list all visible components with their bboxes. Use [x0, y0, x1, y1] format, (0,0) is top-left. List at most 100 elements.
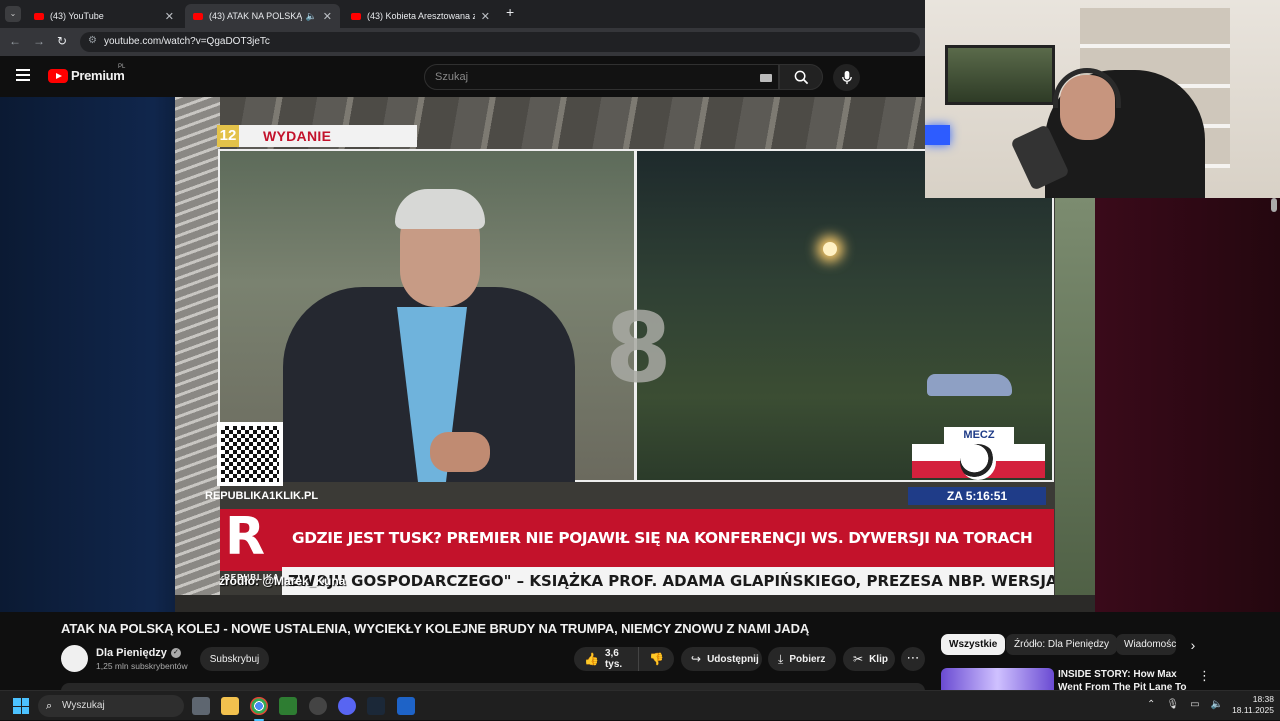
close-tab-icon[interactable]: ✕ [323, 10, 332, 23]
taskbar-clock[interactable]: 18:38 18.11.2025 [1222, 694, 1274, 716]
obs-icon[interactable] [309, 697, 327, 715]
special-edition-badge: WYDANIE SPECJALNE [239, 125, 417, 166]
recommended-thumbnail[interactable] [941, 668, 1054, 690]
qr-code [217, 422, 283, 486]
tab-title: (43) ATAK NA POLSKĄ KOLEJ [209, 11, 302, 21]
clock-time: 18:38 [1252, 694, 1274, 704]
rgb-light [925, 125, 950, 145]
chip-source-channel[interactable]: Źródło: Dla Pieniędzy [1006, 634, 1118, 655]
like-button[interactable]: 👍 3,6 tys. [574, 647, 640, 671]
youtube-play-icon [48, 68, 68, 83]
clip-button[interactable]: ✂ Klip [843, 647, 895, 671]
football-icon [960, 444, 996, 480]
news-ticker: ZWOJU GOSPODARCZEGO" – KSIĄŻKA PROF. ADA… [282, 567, 1054, 595]
thumbs-down-icon: 👎 [649, 652, 664, 666]
tab-kobieta[interactable]: (43) Kobieta Aresztowana za Uj ✕ [343, 4, 498, 28]
microphone-icon [841, 70, 852, 85]
chevron-up-icon[interactable]: ⌃ [1147, 699, 1155, 710]
chevron-right-icon[interactable]: › [1182, 634, 1204, 656]
url-text: youtube.com/watch?v=QgaDOT3jeTc [104, 36, 270, 47]
microphone-icon[interactable]: 🎙 [1166, 699, 1179, 710]
xbox-icon[interactable] [279, 697, 297, 715]
discord-icon[interactable] [338, 697, 356, 715]
logo-text: Premium [71, 68, 125, 83]
subscribe-button[interactable]: Subskrybuj [200, 647, 269, 671]
like-dislike-group: 👍 3,6 tys. 👎 [574, 647, 674, 671]
webcam-overlay [925, 0, 1280, 198]
search-box [424, 64, 779, 90]
subscriber-count: 1,25 mln subskrybentów [96, 661, 188, 671]
share-button[interactable]: ↪ Udostępnij [681, 647, 762, 671]
reload-icon[interactable]: ↻ [57, 34, 67, 48]
youtube-favicon-icon [193, 12, 203, 20]
channel-avatar[interactable] [61, 645, 88, 672]
news-headline-bar: GDZIE JEST TUSK? PREMIER NIE POJAWIŁ SIĘ… [282, 509, 1054, 567]
taskbar-search-label: Wyszukaj [62, 700, 105, 711]
download-icon: ⤓ [778, 651, 784, 666]
file-explorer-icon[interactable] [221, 697, 239, 715]
voice-search-button[interactable] [833, 64, 860, 91]
recommended-menu-icon[interactable]: ⋮ [1198, 668, 1211, 684]
menu-icon[interactable] [16, 69, 30, 81]
region-label: PL [118, 64, 126, 70]
dislike-button[interactable]: 👎 [639, 652, 674, 666]
tab-title: (43) Kobieta Aresztowana za Uj [367, 11, 475, 21]
close-tab-icon[interactable]: ✕ [481, 10, 490, 23]
network-icon[interactable]: ▭ [1190, 699, 1199, 710]
chip-news[interactable]: Wiadomości [1116, 634, 1176, 655]
youtube-favicon-icon [351, 12, 361, 20]
more-actions-icon[interactable]: ⋯ [901, 647, 925, 671]
steam-icon[interactable] [367, 697, 385, 715]
background-texture [1055, 197, 1095, 612]
recommended-title[interactable]: INSIDE STORY: How Max Went From The Pit … [1058, 668, 1188, 690]
taskbar-search[interactable]: ⌕ Wyszukaj [38, 695, 184, 717]
back-icon[interactable]: ← [9, 34, 21, 48]
channel-name: Dla Pieniędzy [96, 647, 167, 659]
match-widget: MECZ [912, 427, 1045, 487]
video-title: ATAK NA POLSKĄ KOLEJ - NOWE USTALENIA, W… [61, 621, 810, 636]
system-tray: ⌃ 🎙 ▭ 🔈 [1147, 699, 1223, 710]
tab-title: (43) YouTube [50, 11, 104, 21]
keyboard-icon[interactable] [760, 74, 772, 82]
clip-label: Klip [869, 653, 888, 665]
download-button[interactable]: ⤓ Pobierz [768, 647, 836, 671]
address-bar[interactable]: ⚙ youtube.com/watch?v=QgaDOT3jeTc [80, 32, 920, 52]
speaker-hair [395, 189, 485, 229]
task-view-icon[interactable] [192, 697, 210, 715]
background-texture [175, 97, 220, 612]
republika-logo: R REPUBLIKA [220, 507, 282, 582]
search-button[interactable] [779, 64, 823, 90]
train-light [823, 242, 837, 256]
tab-youtube[interactable]: (43) YouTube ✕ [26, 4, 182, 28]
speaker-icon[interactable]: 🔈 [306, 11, 317, 22]
search-icon [794, 70, 808, 84]
tab-list-button[interactable]: ⌄ [5, 6, 21, 22]
logo-letter: R [225, 507, 266, 567]
search-icon: ⌕ [46, 700, 53, 712]
youtube-favicon-icon [34, 12, 44, 20]
match-label: MECZ [944, 427, 1014, 444]
search-input[interactable] [425, 65, 725, 89]
police-car [927, 374, 1012, 396]
channel-name-link[interactable]: Dla Pieniędzy ✓ [96, 647, 181, 659]
app-icon[interactable] [397, 697, 415, 715]
share-label: Udostępnij [707, 653, 759, 665]
chip-all[interactable]: Wszystkie [941, 634, 1006, 655]
close-tab-icon[interactable]: ✕ [165, 10, 174, 23]
website-label: REPUBLIKA1KLIK.PL [205, 490, 319, 502]
like-count: 3,6 tys. [604, 648, 623, 670]
chrome-icon[interactable] [250, 697, 268, 721]
youtube-masthead: Premium PL [0, 56, 925, 97]
scrollbar-thumb[interactable] [1271, 198, 1277, 212]
new-tab-button[interactable]: + [506, 4, 514, 20]
youtube-logo[interactable]: Premium PL [48, 64, 125, 83]
tab-active-video[interactable]: (43) ATAK NA POLSKĄ KOLEJ 🔈 ✕ [185, 4, 340, 28]
windows-start-icon[interactable] [13, 698, 29, 714]
source-credit: źródło: @Marek_Kuna [219, 574, 346, 588]
scissors-icon: ✂ [853, 652, 864, 666]
download-label: Pobierz [789, 653, 826, 665]
site-info-icon[interactable]: ⚙ [88, 35, 97, 46]
forward-icon[interactable]: → [33, 34, 45, 48]
speaker-hands [430, 432, 490, 472]
video-bottom-strip [175, 595, 1095, 612]
